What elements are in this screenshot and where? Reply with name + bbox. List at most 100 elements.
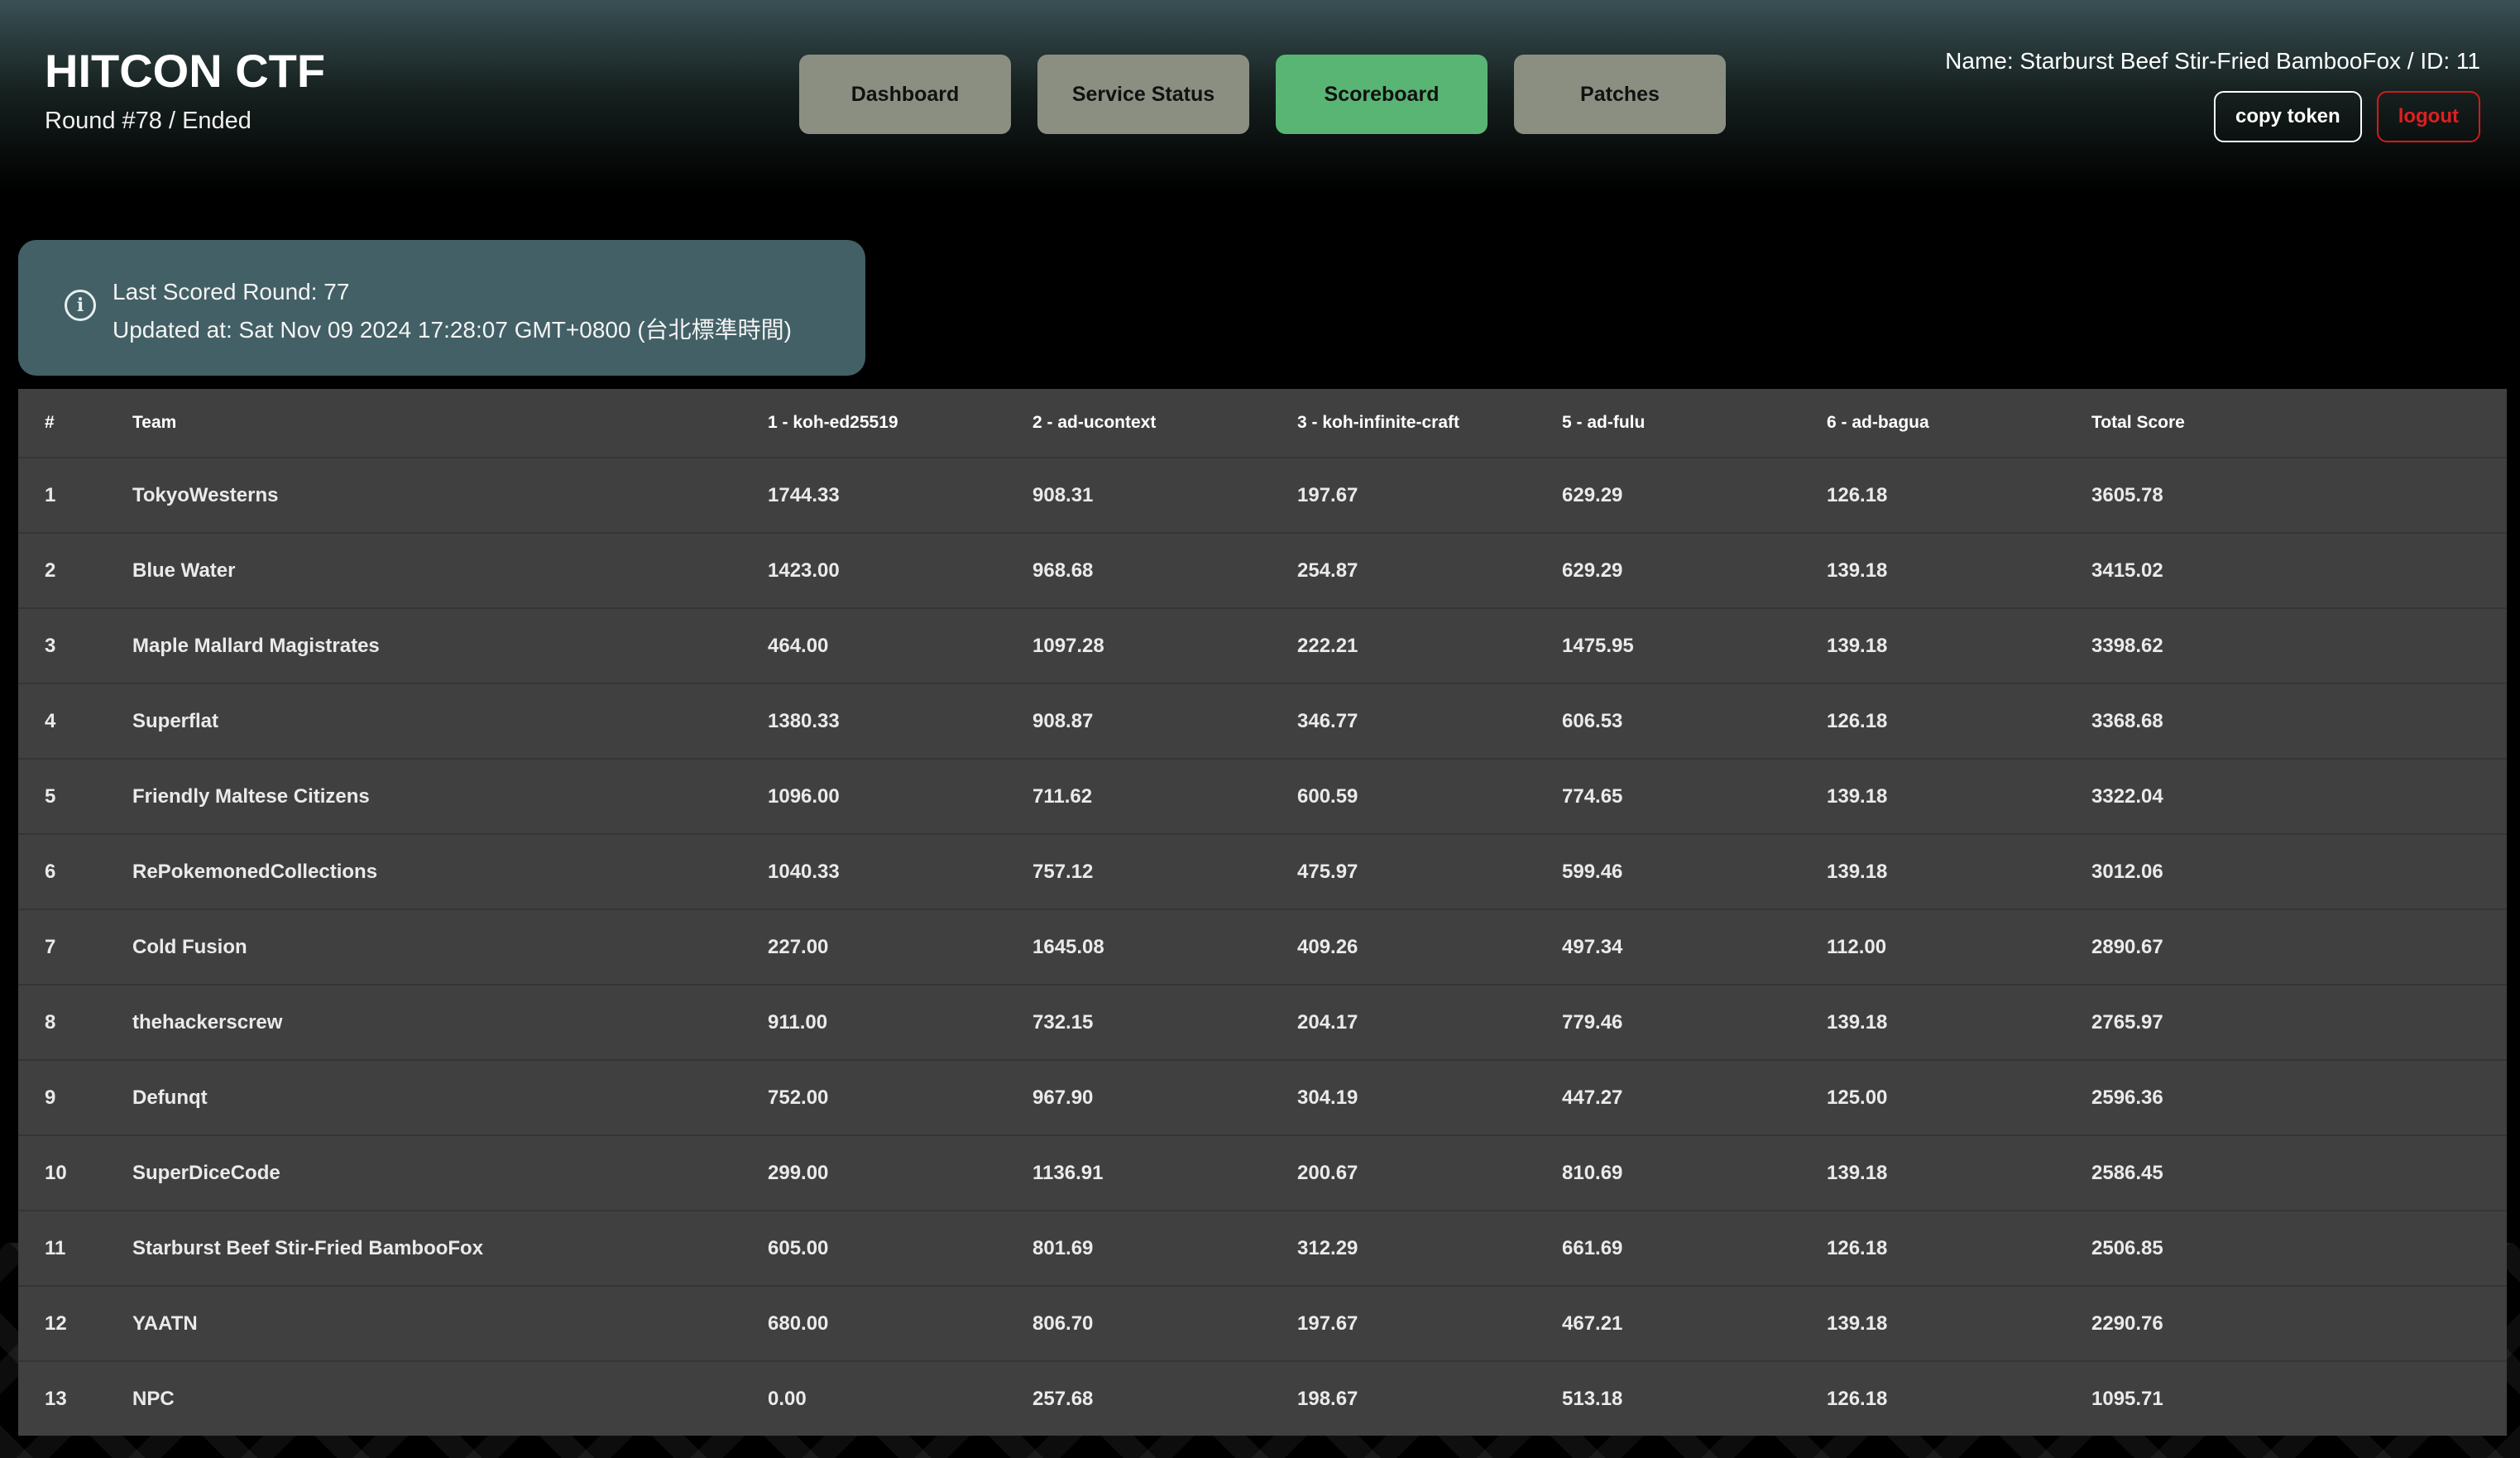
rank-cell: 7 [18, 909, 132, 985]
table-row: 4 Superflat 1380.33 908.87 346.77 606.53… [18, 683, 2507, 759]
score-cell: 752.00 [768, 1059, 1032, 1135]
score-cell: 125.00 [1827, 1059, 2091, 1135]
score-cell: 0.00 [768, 1360, 1032, 1436]
score-cell: 497.34 [1562, 909, 1827, 985]
team-cell: Maple Mallard Magistrates [132, 607, 768, 683]
table-row: 6 RePokemonedCollections 1040.33 757.12 … [18, 833, 2507, 909]
scoreboard-section: # Team 1 - koh-ed25519 2 - ad-ucontext 3… [18, 389, 2507, 1436]
team-cell: Cold Fusion [132, 909, 768, 985]
rank-cell: 12 [18, 1285, 132, 1361]
score-cell: 254.87 [1297, 532, 1562, 608]
score-cell: 801.69 [1032, 1210, 1297, 1286]
rank-cell: 1 [18, 457, 132, 533]
score-cell: 968.68 [1032, 532, 1297, 608]
brand-title: HITCON CTF [45, 45, 326, 97]
info-icon: i [65, 290, 96, 321]
score-cell: 447.27 [1562, 1059, 1827, 1135]
header-total-score: Total Score [2091, 413, 2185, 432]
score-cell: 126.18 [1827, 683, 2091, 759]
header-koh-infinite-craft: 3 - koh-infinite-craft [1297, 413, 1460, 432]
round-status: Round #78 / Ended [45, 108, 252, 134]
header-team: Team [132, 413, 177, 432]
main-nav: Dashboard Service Status Scoreboard Patc… [799, 55, 1726, 134]
score-cell: 139.18 [1827, 833, 2091, 909]
rank-cell: 10 [18, 1134, 132, 1211]
header-rank: # [45, 413, 55, 432]
team-cell: Defunqt [132, 1059, 768, 1135]
score-info-box: i Last Scored Round: 77 Updated at: Sat … [18, 240, 865, 376]
total-score-cell: 2890.67 [2091, 909, 2507, 985]
score-cell: 1744.33 [768, 457, 1032, 533]
table-row: 7 Cold Fusion 227.00 1645.08 409.26 497.… [18, 909, 2507, 985]
team-cell: NPC [132, 1360, 768, 1436]
score-cell: 908.31 [1032, 457, 1297, 533]
score-cell: 312.29 [1297, 1210, 1562, 1286]
copy-token-button[interactable]: copy token [2213, 91, 2362, 142]
header-koh-ed25519: 1 - koh-ed25519 [768, 413, 898, 432]
score-cell: 908.87 [1032, 683, 1297, 759]
score-cell: 299.00 [768, 1134, 1032, 1211]
score-cell: 605.00 [768, 1210, 1032, 1286]
table-row: 8 thehackerscrew 911.00 732.15 204.17 77… [18, 984, 2507, 1060]
top-bar: HITCON CTF Round #78 / Ended Dashboard S… [0, 0, 2520, 190]
account-panel: Name: Starburst Beef Stir-Fried BambooFo… [1945, 48, 2480, 142]
table-row: 11 Starburst Beef Stir-Fried BambooFox 6… [18, 1210, 2507, 1286]
table-row: 9 Defunqt 752.00 967.90 304.19 447.27 12… [18, 1059, 2507, 1135]
rank-cell: 11 [18, 1210, 132, 1286]
team-cell: TokyoWesterns [132, 457, 768, 533]
score-cell: 222.21 [1297, 607, 1562, 683]
score-cell: 911.00 [768, 984, 1032, 1060]
score-cell: 779.46 [1562, 984, 1827, 1060]
header-ad-bagua: 6 - ad-bagua [1827, 413, 1929, 432]
rank-cell: 4 [18, 683, 132, 759]
score-cell: 732.15 [1032, 984, 1297, 1060]
score-cell: 198.67 [1297, 1360, 1562, 1436]
tab-patches[interactable]: Patches [1514, 55, 1726, 134]
score-cell: 346.77 [1297, 683, 1562, 759]
rank-cell: 9 [18, 1059, 132, 1135]
score-cell: 204.17 [1297, 984, 1562, 1060]
score-cell: 806.70 [1032, 1285, 1297, 1361]
table-header-row: # Team 1 - koh-ed25519 2 - ad-ucontext 3… [18, 389, 2507, 458]
total-score-cell: 2290.76 [2091, 1285, 2507, 1361]
brand: HITCON CTF Round #78 / Ended [45, 48, 325, 135]
score-cell: 464.00 [768, 607, 1032, 683]
header-ad-ucontext: 2 - ad-ucontext [1032, 413, 1157, 432]
table-row: 1 TokyoWesterns 1744.33 908.31 197.67 62… [18, 457, 2507, 533]
score-cell: 200.67 [1297, 1134, 1562, 1211]
score-cell: 126.18 [1827, 457, 2091, 533]
score-cell: 1097.28 [1032, 607, 1297, 683]
last-scored-round: Last Scored Round: 77 [113, 279, 350, 305]
score-cell: 475.97 [1297, 833, 1562, 909]
score-cell: 513.18 [1562, 1360, 1827, 1436]
score-cell: 304.19 [1297, 1059, 1562, 1135]
table-row: 10 SuperDiceCode 299.00 1136.91 200.67 8… [18, 1134, 2507, 1211]
score-cell: 139.18 [1827, 984, 2091, 1060]
rank-cell: 6 [18, 833, 132, 909]
tab-service-status[interactable]: Service Status [1037, 55, 1249, 134]
score-cell: 112.00 [1827, 909, 2091, 985]
score-cell: 600.59 [1297, 758, 1562, 834]
tab-scoreboard[interactable]: Scoreboard [1276, 55, 1488, 134]
score-cell: 126.18 [1827, 1360, 2091, 1436]
total-score-cell: 3322.04 [2091, 758, 2507, 834]
total-score-cell: 3605.78 [2091, 457, 2507, 533]
score-cell: 661.69 [1562, 1210, 1827, 1286]
total-score-cell: 2596.36 [2091, 1059, 2507, 1135]
score-cell: 599.46 [1562, 833, 1827, 909]
tab-dashboard[interactable]: Dashboard [799, 55, 1011, 134]
account-actions: copy token logout [1945, 91, 2480, 142]
score-cell: 467.21 [1562, 1285, 1827, 1361]
score-cell: 139.18 [1827, 758, 2091, 834]
team-cell: Superflat [132, 683, 768, 759]
logout-button[interactable]: logout [2376, 91, 2480, 142]
score-cell: 227.00 [768, 909, 1032, 985]
score-cell: 257.68 [1032, 1360, 1297, 1436]
total-score-cell: 3415.02 [2091, 532, 2507, 608]
team-cell: YAATN [132, 1285, 768, 1361]
team-cell: RePokemonedCollections [132, 833, 768, 909]
table-row: 13 NPC 0.00 257.68 198.67 513.18 126.18 … [18, 1360, 2507, 1436]
score-cell: 1380.33 [768, 683, 1032, 759]
team-cell: thehackerscrew [132, 984, 768, 1060]
score-cell: 757.12 [1032, 833, 1297, 909]
